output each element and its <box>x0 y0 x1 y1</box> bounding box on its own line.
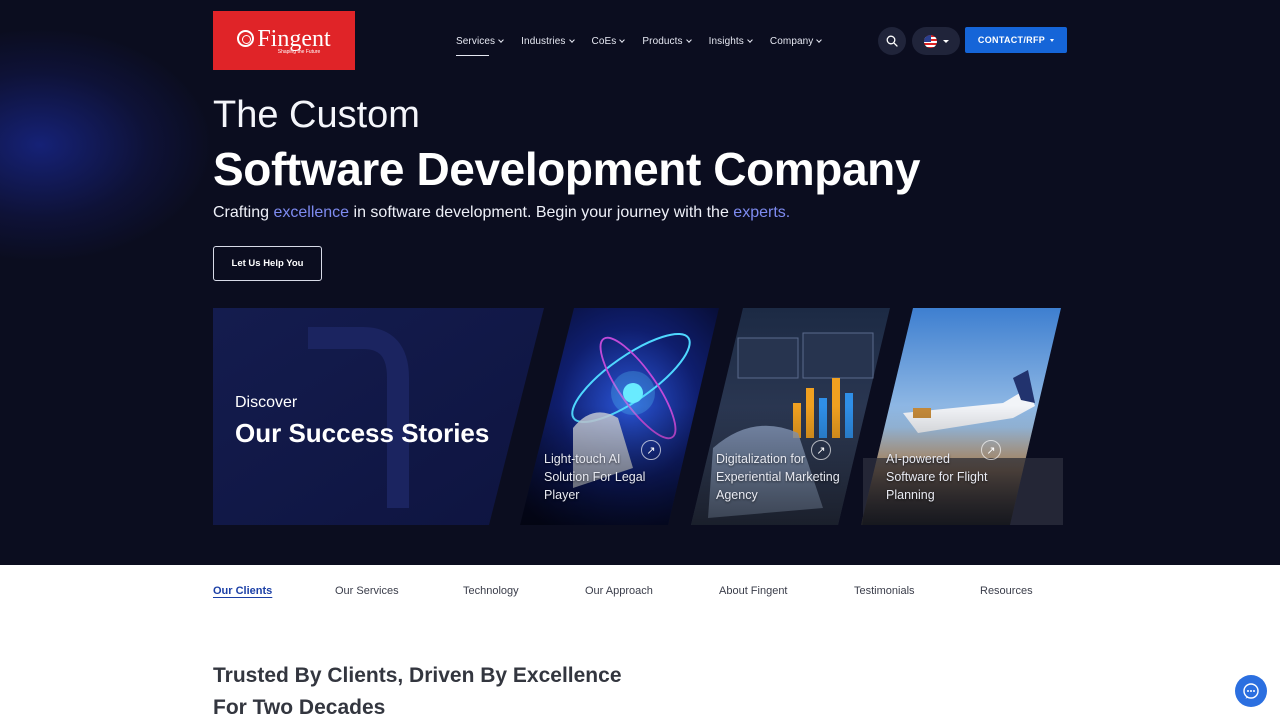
chat-button[interactable] <box>1235 675 1267 707</box>
logo-tagline: Shaping the Future <box>277 48 321 55</box>
subtitle-text: in software development. Begin your jour… <box>349 204 734 221</box>
caret-down-icon <box>942 39 949 43</box>
arrow-up-right-icon[interactable]: ↗ <box>641 440 661 460</box>
card-line: Light-touch AI <box>544 452 621 466</box>
chevron-down-icon <box>619 36 626 43</box>
subnav-resources[interactable]: Resources <box>980 585 1033 597</box>
chevron-down-icon <box>747 36 753 43</box>
language-selector[interactable] <box>912 27 960 55</box>
nav-item-insights[interactable]: Insights <box>708 34 753 48</box>
nav-label: CoEs <box>591 35 617 47</box>
subnav-about-fingent[interactable]: About Fingent <box>719 585 788 597</box>
section-title-line1: Trusted By Clients, Driven By Excellence <box>213 664 622 687</box>
arrow-up-right-icon[interactable]: ↗ <box>811 440 831 460</box>
nav-item-industries[interactable]: Industries <box>521 34 575 48</box>
card-line: Agency <box>716 488 758 502</box>
hero-section: Fingent Shaping the Future Services Indu… <box>0 0 1280 565</box>
card-line: AI-powered <box>886 452 950 466</box>
background-glow <box>0 30 210 260</box>
fingent-logo[interactable]: Fingent Shaping the Future <box>213 11 355 70</box>
nav-item-services[interactable]: Services <box>456 34 504 56</box>
hero-title-line2: Software Development Company <box>213 143 921 195</box>
logo-wordmark: Fingent <box>257 25 331 52</box>
nav-item-coes[interactable]: CoEs <box>591 34 626 48</box>
stories-kicker: Discover <box>235 394 298 411</box>
search-icon <box>886 35 898 47</box>
card-line: Digitalization for <box>716 452 805 466</box>
hero-title-line1: The Custom <box>213 94 420 136</box>
subnav-our-approach[interactable]: Our Approach <box>585 585 653 597</box>
nav-item-company[interactable]: Company <box>769 34 823 48</box>
let-us-help-button[interactable]: Let Us Help You <box>213 246 322 281</box>
subtitle-highlight: excellence <box>273 204 350 221</box>
main-nav: Services Industries CoEs Products Insigh… <box>456 34 839 56</box>
nav-label: Industries <box>521 35 566 47</box>
subnav-our-services[interactable]: Our Services <box>335 585 399 597</box>
caret-down-icon <box>1050 38 1055 42</box>
nav-label: Products <box>642 35 683 47</box>
card-line: Solution For Legal <box>544 470 646 484</box>
story-card-label-flight[interactable]: AI-powered Software for Flight Planning <box>886 450 1026 504</box>
chevron-down-icon <box>816 36 823 43</box>
nav-label: Insights <box>708 35 744 47</box>
card-line: Experiential Marketing <box>716 470 840 484</box>
section-title-line2: For Two Decades <box>213 696 386 719</box>
chat-bubble-icon <box>1243 683 1259 699</box>
card-line: Planning <box>886 488 935 502</box>
story-card-label-marketing[interactable]: Digitalization for Experiential Marketin… <box>716 450 856 504</box>
logo-emblem-icon <box>237 30 255 47</box>
story-card-label-legal[interactable]: Light-touch AI Solution For Legal Player <box>544 450 684 504</box>
chevron-down-icon <box>498 36 504 43</box>
subtitle-highlight: experts. <box>733 204 791 221</box>
nav-label: Company <box>769 35 814 47</box>
subnav-technology[interactable]: Technology <box>463 585 519 597</box>
card-line: Player <box>544 488 580 502</box>
arrow-up-right-icon[interactable]: ↗ <box>981 440 1001 460</box>
subtitle-text: Crafting <box>213 204 274 221</box>
stories-heading: Our Success Stories <box>235 418 490 448</box>
chevron-down-icon <box>568 36 575 43</box>
card-line: Software for Flight <box>886 470 988 484</box>
nav-item-products[interactable]: Products <box>642 34 692 48</box>
chevron-down-icon <box>685 36 692 43</box>
subnav-our-clients[interactable]: Our Clients <box>213 585 272 597</box>
hero-subtitle: Crafting excellence in software developm… <box>213 204 790 222</box>
contact-label: CONTACT/RFP <box>977 35 1046 45</box>
section-subnav: Our Clients Our Services Technology Our … <box>0 565 1280 625</box>
success-stories-banner: Discover Our Success Stories Light-touch… <box>213 308 1063 525</box>
nav-label: Services <box>456 35 496 47</box>
search-button[interactable] <box>878 27 906 55</box>
subnav-testimonials[interactable]: Testimonials <box>854 585 915 597</box>
section-title: Trusted By Clients, Driven By Excellence… <box>213 660 622 720</box>
contact-rfp-button[interactable]: CONTACT/RFP <box>965 27 1067 53</box>
us-flag-icon <box>923 34 937 48</box>
